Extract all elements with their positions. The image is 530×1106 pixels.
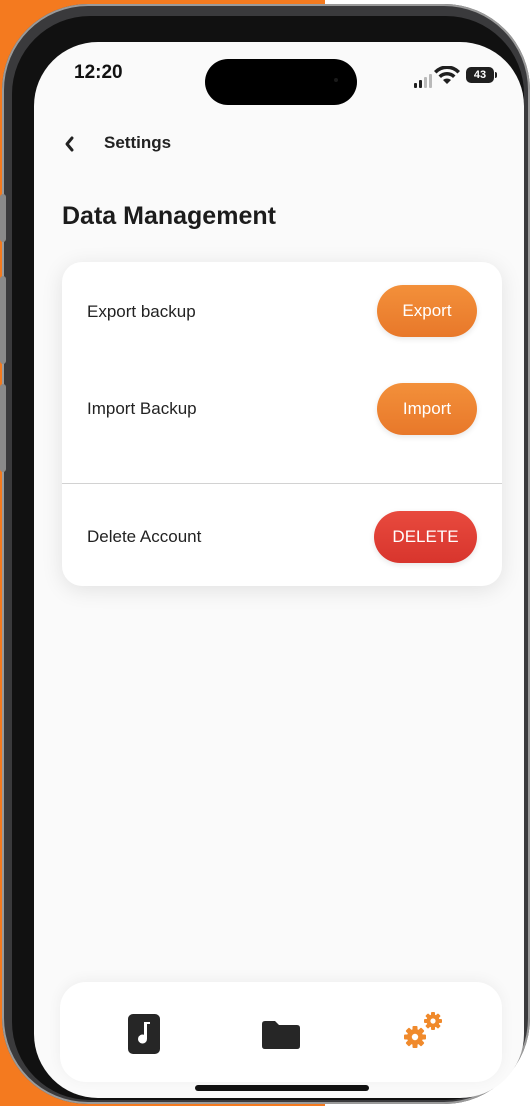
- tab-settings[interactable]: [400, 1006, 448, 1054]
- data-management-card: Export backup Export Import Backup Impor…: [62, 262, 502, 586]
- volume-down-button: [0, 384, 6, 472]
- tab-folder[interactable]: [259, 1012, 303, 1056]
- folder-icon: [262, 1021, 300, 1049]
- import-button[interactable]: Import: [377, 383, 477, 435]
- delete-button[interactable]: DELETE: [374, 511, 477, 563]
- wifi-icon: [434, 66, 460, 84]
- delete-account-label: Delete Account: [87, 527, 202, 546]
- export-button[interactable]: Export: [377, 285, 477, 337]
- chevron-left-icon[interactable]: [62, 134, 78, 154]
- back-button[interactable]: Settings: [104, 133, 171, 153]
- tab-bar: [60, 982, 502, 1082]
- dynamic-island: [205, 59, 357, 105]
- screen: 12:20 43 Settings Data Management Export…: [34, 42, 524, 1098]
- gears-icon: [404, 1012, 442, 1048]
- battery-tip: [495, 72, 497, 78]
- import-backup-label: Import Backup: [87, 399, 197, 418]
- export-backup-label: Export backup: [87, 302, 196, 321]
- camera-dot: [334, 78, 338, 82]
- page-title: Data Management: [62, 202, 276, 230]
- battery-icon: 43: [466, 67, 494, 83]
- status-time: 12:20: [74, 62, 123, 83]
- tab-music[interactable]: [122, 1012, 166, 1056]
- phone-frame: 12:20 43 Settings Data Management Export…: [0, 4, 530, 1104]
- music-note-icon: [128, 1014, 160, 1054]
- status-icons: 43: [414, 66, 504, 88]
- divider: [62, 483, 502, 484]
- action-button: [0, 194, 6, 242]
- home-indicator[interactable]: [195, 1085, 369, 1091]
- volume-up-button: [0, 276, 6, 364]
- phone-bezel: 12:20 43 Settings Data Management Export…: [12, 16, 524, 1100]
